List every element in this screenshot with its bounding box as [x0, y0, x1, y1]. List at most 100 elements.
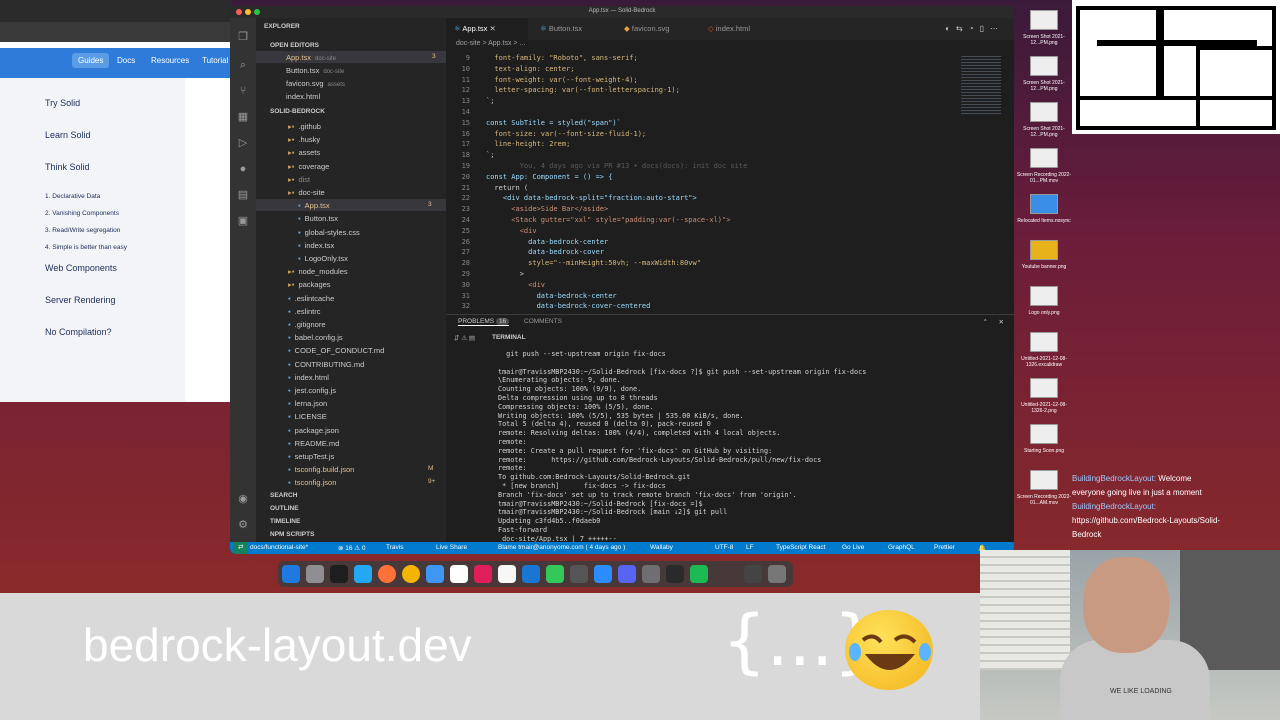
slack-icon[interactable]: [474, 565, 492, 583]
debug-icon[interactable]: ▷: [236, 136, 250, 150]
status-eol[interactable]: LF: [746, 544, 754, 551]
status-wallaby[interactable]: Wallaby: [650, 544, 673, 551]
npm-scripts-section[interactable]: NPM SCRIPTS: [270, 531, 314, 538]
extensions-icon[interactable]: ▦: [236, 110, 250, 124]
minimap[interactable]: [955, 52, 1014, 310]
desktop-file-icon[interactable]: [1030, 56, 1058, 76]
explorer-icon[interactable]: ❐: [236, 30, 250, 44]
account-icon[interactable]: ◉: [236, 492, 250, 506]
tree-file[interactable]: ▪ Button.tsx: [298, 214, 338, 223]
sidebar-item-learn-solid[interactable]: Learn Solid: [45, 130, 91, 140]
messages-icon[interactable]: [546, 565, 564, 583]
tree-file[interactable]: ▪ jest.config.js: [288, 386, 336, 395]
tree-file[interactable]: ▪ .gitignore: [288, 320, 326, 329]
tree-file[interactable]: ▪ README.md: [288, 439, 339, 448]
sidebar-subitem[interactable]: 1. Declarative Data: [45, 193, 100, 200]
sidebar-item-server-rendering[interactable]: Server Rendering: [45, 295, 116, 305]
tree-folder[interactable]: ▸▪ .github: [288, 122, 321, 131]
tree-file[interactable]: ▪ index.tsx: [298, 241, 334, 250]
open-editor-item[interactable]: Button.tsx doc-site: [286, 66, 344, 75]
search-section[interactable]: SEARCH: [270, 492, 297, 499]
terminal-output[interactable]: git push --set-upstream origin fix-docs t…: [490, 346, 1010, 543]
tree-file[interactable]: ▪ tsconfig.json: [288, 478, 336, 487]
tree-file[interactable]: ▪ LogoOnly.tsx: [298, 254, 348, 263]
finder-icon[interactable]: [282, 565, 300, 583]
outline-section[interactable]: OUTLINE: [270, 505, 299, 512]
remote-indicator[interactable]: ⇄: [234, 542, 248, 554]
editor-actions[interactable]: ◐⇆◔▯⋯: [945, 24, 1004, 33]
tree-file[interactable]: ▪ index.html: [288, 373, 329, 382]
chrome-icon[interactable]: [402, 565, 420, 583]
status-language[interactable]: TypeScript React: [776, 544, 826, 551]
tree-folder[interactable]: ▸▪ node_modules: [288, 267, 348, 276]
discord-icon[interactable]: [618, 565, 636, 583]
tab-comments[interactable]: COMMENTS: [524, 318, 562, 325]
app-icon[interactable]: [690, 565, 708, 583]
desktop-file-icon[interactable]: [1030, 240, 1058, 260]
status-liveshare[interactable]: Live Share: [436, 544, 467, 551]
tree-file[interactable]: ▪ tsconfig.build.json: [288, 465, 354, 474]
project-heading[interactable]: SOLID-BEDROCK: [270, 108, 325, 115]
browser-tab-strip[interactable]: [0, 22, 232, 42]
tree-folder[interactable]: ▸▪ .husky: [288, 135, 320, 144]
settings-gear-icon[interactable]: ⚙: [236, 518, 250, 532]
mail-icon[interactable]: [426, 565, 444, 583]
status-prettier[interactable]: Prettier: [934, 544, 955, 551]
tree-file[interactable]: ▪ .eslintcache: [288, 294, 334, 303]
github-icon[interactable]: ●: [236, 162, 250, 176]
tree-folder[interactable]: ▸▪ packages: [288, 280, 331, 289]
tree-file[interactable]: ▪ LICENSE: [288, 412, 327, 421]
tab-problems[interactable]: PROBLEMS 16: [458, 318, 510, 326]
nav-tutorial[interactable]: Tutorial: [202, 56, 228, 65]
tree-file[interactable]: ▪ setupTest.js: [288, 452, 334, 461]
sidebar-item-no-compilation[interactable]: No Compilation?: [45, 327, 112, 337]
sidebar-subitem[interactable]: 4. Simple is better than easy: [45, 244, 127, 251]
terminal-section[interactable]: TERMINAL: [492, 334, 526, 341]
code-editor[interactable]: 9 font-family: "Roboto", sans-serif; 10 t…: [446, 52, 1014, 310]
app-store-icon[interactable]: [522, 565, 540, 583]
status-problems[interactable]: ⊗ 16 ⚠ 0: [338, 544, 366, 552]
remote-explorer-icon[interactable]: ▣: [236, 214, 250, 228]
desktop-file-icon[interactable]: [1030, 424, 1058, 444]
tab-favicon-svg[interactable]: ◆ favicon.svg: [616, 18, 696, 40]
tree-file[interactable]: ▪ package.json: [288, 426, 339, 435]
breadcrumb[interactable]: doc-site > App.tsx > ...: [446, 40, 1014, 52]
sidebar-item-try-solid[interactable]: Try Solid: [45, 98, 80, 108]
tree-folder[interactable]: ▸▪ coverage: [288, 162, 329, 171]
trash-icon[interactable]: [768, 565, 786, 583]
tree-file[interactable]: ▪ CONTRIBUTING.md: [288, 360, 364, 369]
vscode-icon[interactable]: [354, 565, 372, 583]
tree-file[interactable]: ▪ global-styles.css: [298, 228, 360, 237]
zoom-icon[interactable]: [594, 565, 612, 583]
sidebar-item-think-solid[interactable]: Think Solid: [45, 162, 90, 172]
launchpad-icon[interactable]: [306, 565, 324, 583]
source-control-icon[interactable]: ⑂: [236, 84, 250, 98]
status-encoding[interactable]: UTF-8: [715, 544, 733, 551]
sidebar-subitem[interactable]: 3. Read/Write segregation: [45, 227, 120, 234]
tree-folder[interactable]: ▸▪ assets: [288, 148, 320, 157]
open-editors-heading[interactable]: OPEN EDITORS: [270, 42, 319, 49]
docker-icon[interactable]: ▤: [236, 188, 250, 202]
desktop-file-icon[interactable]: [1030, 102, 1058, 122]
timeline-section[interactable]: TIMELINE: [270, 518, 300, 525]
desktop-file-icon[interactable]: [1030, 194, 1058, 214]
system-preferences-icon[interactable]: [570, 565, 588, 583]
folder-icon[interactable]: [744, 565, 762, 583]
tab-index-html[interactable]: ◇ index.html: [700, 18, 780, 40]
status-blame[interactable]: Blame tmair@anonyome.com ( 4 days ago ): [498, 544, 625, 551]
close-panel-icon[interactable]: ✕: [999, 318, 1004, 326]
tab-app-tsx[interactable]: ⚛ App.tsx ✕: [446, 18, 528, 40]
sidebar-item-web-components[interactable]: Web Components: [45, 263, 117, 273]
obs-icon[interactable]: [666, 565, 684, 583]
close-tab-icon[interactable]: ✕: [490, 24, 496, 33]
nav-docs[interactable]: Docs: [117, 56, 135, 65]
calendar-icon[interactable]: [450, 565, 468, 583]
screen-record-icon[interactable]: [642, 565, 660, 583]
tree-folder[interactable]: ▸▪ doc-site: [288, 188, 325, 197]
tree-file[interactable]: ▪ .eslintrc: [288, 307, 321, 316]
desktop-file-icon[interactable]: [1030, 286, 1058, 306]
tree-file[interactable]: ▪ babel.config.js: [288, 333, 343, 342]
desktop-file-icon[interactable]: [1030, 378, 1058, 398]
search-icon[interactable]: ⌕: [236, 58, 250, 72]
terminal-toolbar-icons[interactable]: ⇵ ⚠ ▤: [454, 334, 475, 342]
